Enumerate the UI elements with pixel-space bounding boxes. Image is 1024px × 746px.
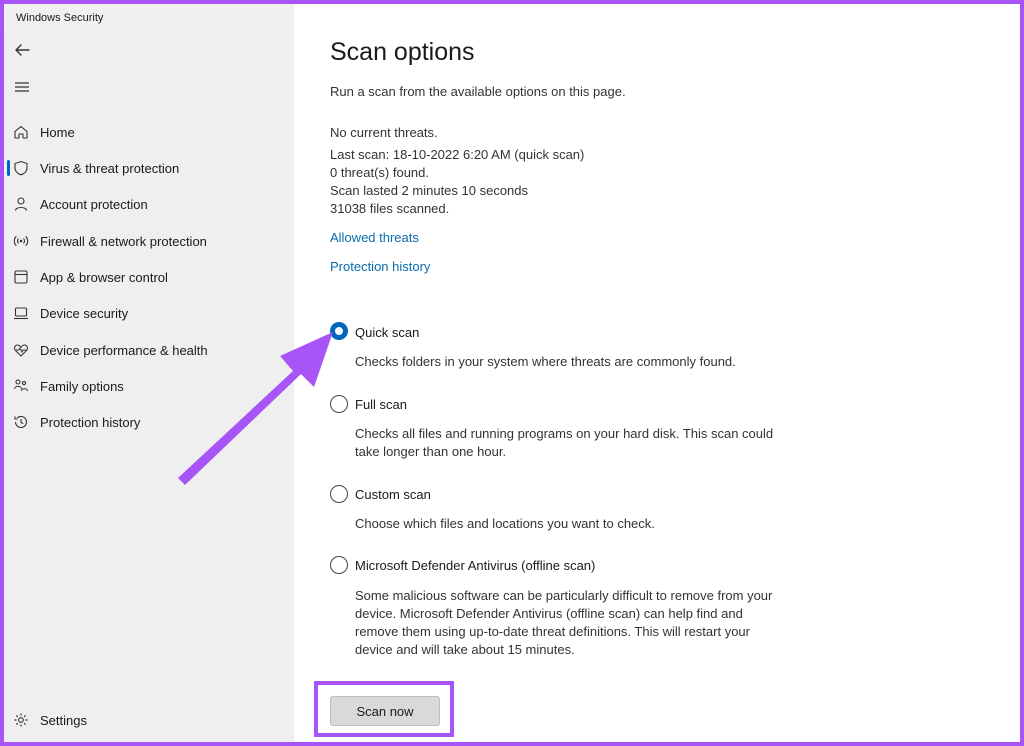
custom-scan-radio[interactable]	[330, 485, 348, 503]
sidebar-item-protection-history[interactable]: Protection history	[4, 405, 294, 439]
protection-history-link[interactable]: Protection history	[330, 259, 430, 274]
sidebar-item-virus-threat-protection[interactable]: Virus & threat protection	[4, 151, 294, 185]
sidebar-item-label: Home	[40, 125, 75, 140]
scan-duration: Scan lasted 2 minutes 10 seconds	[330, 183, 529, 198]
back-arrow-icon	[15, 44, 30, 56]
app-window-icon	[14, 270, 28, 284]
sidebar-item-app-browser-control[interactable]: App & browser control	[4, 260, 294, 294]
heart-pulse-icon	[14, 344, 28, 357]
custom-scan-description: Choose which files and locations you wan…	[355, 516, 655, 531]
sidebar-item-device-performance[interactable]: Device performance & health	[4, 333, 294, 367]
title-bar: Windows Security	[4, 4, 294, 34]
page-subtitle: Run a scan from the available options on…	[330, 84, 626, 99]
files-scanned: 31038 files scanned.	[330, 201, 450, 216]
custom-scan-label[interactable]: Custom scan	[355, 487, 431, 502]
full-scan-label[interactable]: Full scan	[355, 397, 407, 412]
family-icon	[13, 379, 29, 392]
sidebar-item-family-options[interactable]: Family options	[4, 369, 294, 403]
sidebar-item-label: Device performance & health	[40, 343, 208, 358]
window-title: Windows Security	[16, 12, 104, 24]
sidebar-item-home[interactable]: Home	[4, 115, 294, 149]
wifi-icon	[13, 235, 29, 247]
page-title: Scan options	[330, 38, 475, 66]
sidebar-item-label: Account protection	[40, 197, 148, 212]
history-icon	[14, 415, 28, 428]
gear-icon	[14, 713, 28, 727]
full-scan-radio[interactable]	[330, 395, 348, 413]
sidebar-item-label: Firewall & network protection	[40, 234, 207, 249]
sidebar-item-label: Device security	[40, 306, 129, 321]
offline-scan-description: Some malicious software can be particula…	[355, 588, 773, 657]
sidebar-item-label: App & browser control	[40, 270, 168, 285]
app-window: Windows Security Home Virus & threat pro…	[4, 4, 1020, 742]
sidebar-item-label: Protection history	[40, 415, 141, 430]
offline-scan-label[interactable]: Microsoft Defender Antivirus (offline sc…	[355, 558, 595, 573]
scan-now-button[interactable]: Scan now	[330, 696, 440, 726]
hamburger-icon	[15, 82, 29, 92]
allowed-threats-link[interactable]: Allowed threats	[330, 230, 419, 245]
sidebar-item-label: Virus & threat protection	[40, 161, 180, 176]
last-scan-info: Last scan: 18-10-2022 6:20 AM (quick sca…	[330, 147, 585, 162]
settings-label: Settings	[40, 713, 87, 728]
full-scan-description: Checks all files and running programs on…	[355, 426, 774, 459]
sidebar-item-settings[interactable]: Settings	[4, 703, 294, 737]
laptop-icon	[14, 307, 28, 320]
threats-found: 0 threat(s) found.	[330, 165, 429, 180]
home-icon	[14, 125, 28, 139]
sidebar-item-account-protection[interactable]: Account protection	[4, 187, 294, 221]
quick-scan-description: Checks folders in your system where thre…	[355, 354, 736, 369]
active-indicator	[7, 160, 10, 176]
quick-scan-label[interactable]: Quick scan	[355, 325, 419, 340]
menu-button[interactable]	[8, 73, 36, 101]
sidebar-item-label: Family options	[40, 379, 124, 394]
main-content: Scan options Run a scan from the availab…	[294, 4, 1020, 742]
sidebar-item-device-security[interactable]: Device security	[4, 296, 294, 330]
threat-status: No current threats.	[330, 125, 438, 140]
quick-scan-radio[interactable]	[330, 322, 348, 340]
offline-scan-radio[interactable]	[330, 556, 348, 574]
person-icon	[14, 197, 28, 211]
sidebar-item-firewall[interactable]: Firewall & network protection	[4, 224, 294, 258]
shield-icon	[14, 160, 28, 176]
sidebar: Home Virus & threat protection Account p…	[4, 34, 294, 742]
back-button[interactable]	[8, 36, 36, 64]
